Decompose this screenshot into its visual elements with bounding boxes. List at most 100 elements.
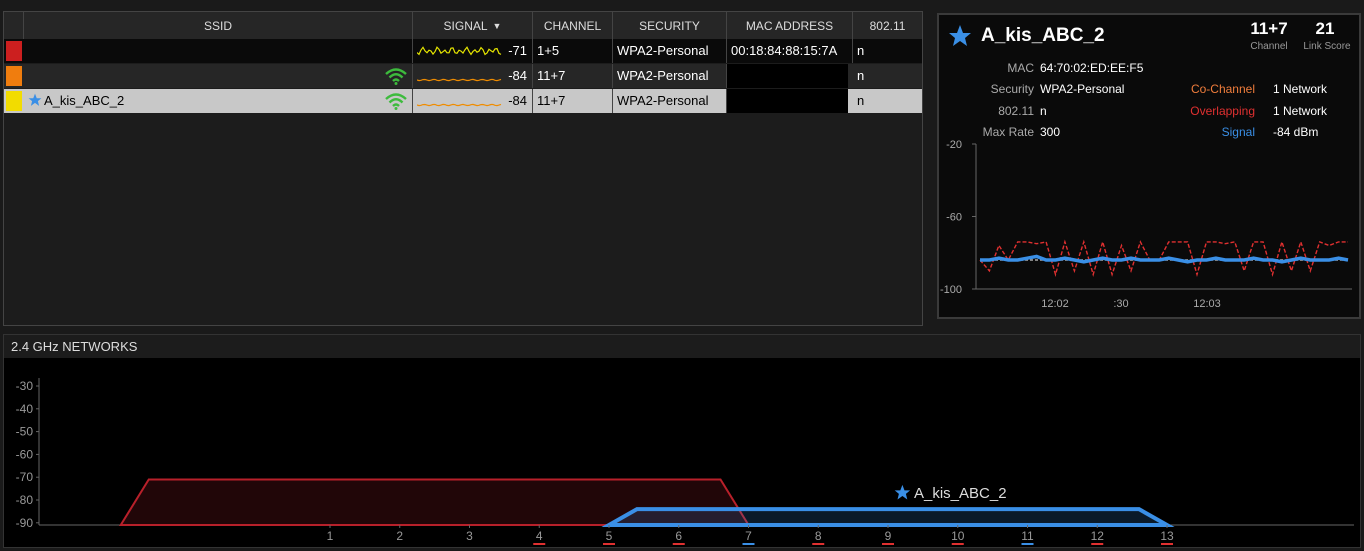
security-value: WPA2-Personal [1040, 82, 1125, 96]
signal-sparkline [417, 78, 502, 82]
y-tick-label: -60 [946, 212, 962, 224]
x-tick-label: 12:02 [1041, 298, 1069, 310]
detail-channel-label: Channel [1250, 41, 1288, 52]
channel-column-header[interactable]: CHANNEL [533, 12, 613, 39]
signal-value: -84 [508, 68, 527, 83]
wifi-signal-icon [385, 68, 407, 85]
network-shape-label: A_kis_ABC_2 [894, 484, 1007, 502]
mac-cell: 00:18:84:88:15:7A [727, 39, 853, 63]
signal-cell: -84 [413, 89, 533, 113]
channel-label: 3 [466, 529, 473, 543]
channel-label: 12 [1091, 529, 1105, 543]
channel-label: 10 [951, 529, 965, 543]
y-tick-label: -100 [940, 284, 962, 296]
mode-cell: n [857, 93, 865, 108]
favorite-star-icon[interactable] [948, 24, 972, 48]
network-color-swatch [6, 66, 22, 86]
series-line [980, 254, 1349, 264]
signal-cell: -71 [413, 39, 533, 63]
y-tick-label: -50 [16, 425, 34, 439]
channel-label: 11 [1021, 529, 1034, 543]
ssid-column-header[interactable]: SSID [24, 12, 413, 39]
table-row[interactable]: A_kis_ABC_2 -84 11+7 WPA2-Personal n [4, 89, 922, 113]
sort-descending-icon: ▼ [492, 20, 502, 31]
ssid-cell: A_kis_ABC_2 [24, 89, 413, 113]
table-row[interactable]: -71 1+5 WPA2-Personal 00:18:84:88:15:7A n [4, 39, 922, 63]
mac-cell [727, 64, 853, 88]
band-graph-title: 2.4 GHz NETWORKS [4, 335, 1360, 358]
wifi-signal-icon [385, 93, 407, 110]
mac-value: 64:70:02:ED:EE:F5 [1040, 61, 1144, 75]
channel-label: 7 [745, 529, 752, 543]
signal-value: -71 [508, 43, 527, 58]
security-column-header[interactable]: SECURITY [613, 12, 727, 39]
channel-label: 2 [396, 529, 403, 543]
x-tick-label: 12:03 [1193, 298, 1221, 310]
mode-column-header[interactable]: 802.11 [853, 12, 922, 39]
mode-header-label: 802.11 [869, 18, 906, 33]
y-tick-label: -70 [16, 470, 34, 484]
channel-label: 13 [1160, 529, 1174, 543]
mode-label: 802.11 [998, 104, 1034, 118]
security-cell: WPA2-Personal [613, 64, 727, 88]
channel-label: 1 [327, 529, 334, 543]
channel-cell: 1+5 [533, 39, 613, 63]
mac-label: MAC [1007, 61, 1034, 75]
ssid-cell [24, 64, 413, 88]
mode-cell: n [857, 68, 865, 83]
channel-label: 4 [536, 529, 543, 543]
network-detail-panel: A_kis_ABC_2 11+7 Channel 21 Link Score M… [937, 13, 1361, 319]
signal-header-label: SIGNAL [443, 18, 488, 33]
signal-history-chart: -20 -60 -100 12:02 :30 12:03 [940, 139, 1352, 310]
channel-label: 6 [675, 529, 682, 543]
ssid-header-label: SSID [203, 18, 232, 33]
channel-label: 9 [885, 529, 892, 543]
favorite-star-icon[interactable] [28, 93, 42, 107]
overlapping-value: 1 Network [1273, 104, 1328, 118]
security-header-label: SECURITY [639, 18, 700, 33]
network-channel-shape[interactable] [601, 507, 1175, 527]
y-tick-label: -30 [16, 379, 34, 393]
network-name-label: A_kis_ABC_2 [914, 485, 1007, 502]
channel-cell: 11+7 [533, 89, 613, 113]
signal-column-header[interactable]: SIGNAL ▼ [413, 12, 533, 39]
y-tick-label: -90 [16, 516, 34, 530]
channel-label: 5 [606, 529, 613, 543]
band-graph-panel: 2.4 GHz NETWORKS -30 -40 -50 -60 -70 -80 -90 A_… [3, 334, 1361, 548]
color-column-header[interactable] [4, 12, 24, 39]
y-tick-label: -80 [16, 493, 34, 507]
signal-sparkline [417, 46, 502, 56]
channel-label: 8 [815, 529, 822, 543]
y-tick-label: -60 [16, 447, 34, 461]
security-cell: WPA2-Personal [613, 89, 727, 113]
signal-sparkline [417, 103, 502, 107]
x-tick-label: :30 [1113, 298, 1128, 310]
y-tick-label: -40 [16, 402, 34, 416]
mac-column-header[interactable]: MAC ADDRESS [727, 12, 853, 39]
overlapping-label: Overlapping [1190, 104, 1255, 118]
mac-header-label: MAC ADDRESS [745, 18, 834, 33]
ssid-label: A_kis_ABC_2 [44, 93, 125, 108]
co-channel-label: Co-Channel [1190, 82, 1255, 96]
security-cell: WPA2-Personal [613, 39, 727, 63]
co-channel-value: 1 Network [1273, 82, 1328, 96]
channel-header-label: CHANNEL [543, 18, 602, 33]
mode-value: n [1040, 104, 1047, 118]
channel-cell: 11+7 [533, 64, 613, 88]
table-row[interactable]: -84 11+7 WPA2-Personal n [4, 64, 922, 88]
y-tick-label: -20 [946, 139, 962, 151]
detail-link-score-label: Link Score [1303, 41, 1351, 52]
mac-cell [727, 89, 853, 113]
detail-link-score-value: 21 [1315, 19, 1335, 38]
security-label: Security [990, 82, 1034, 96]
mode-cell: n [857, 43, 865, 58]
signal-value: -84 [508, 93, 527, 108]
favorite-star-icon [894, 484, 911, 500]
signal-cell: -84 [413, 64, 533, 88]
network-color-swatch [6, 91, 22, 111]
detail-network-name: A_kis_ABC_2 [981, 25, 1105, 46]
channel-graph: -30-40-50-60-70-80-90A_kis_ABC_21 2 3 4 5 6 7 8… [16, 378, 1354, 545]
detail-channel-value: 11+7 [1250, 19, 1288, 38]
ssid-cell [24, 39, 413, 63]
network-list-panel: SSID SIGNAL ▼ CHANNEL SECURITY MAC ADDRES… [3, 11, 923, 326]
